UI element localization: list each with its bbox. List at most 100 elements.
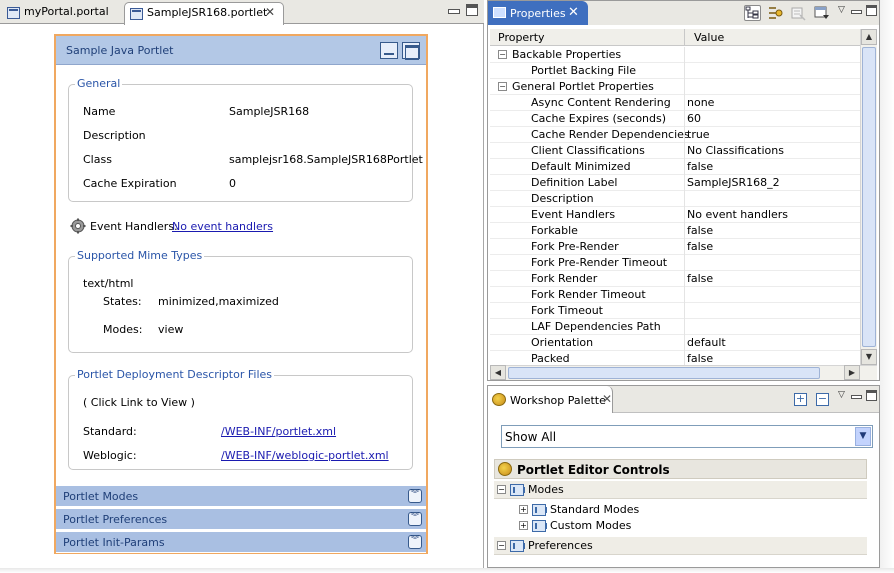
property-value[interactable]: 60 [687, 112, 701, 125]
chevron-down-icon[interactable]: ▽ [838, 5, 845, 15]
advanced-properties-icon[interactable] [767, 5, 784, 21]
tab-myportal-portal[interactable]: myPortal.portal [2, 2, 122, 24]
expand-icon[interactable]: ︾ [408, 489, 422, 503]
scroll-left-arrow-icon[interactable]: ◀ [490, 365, 506, 380]
portlet-minimize-button[interactable] [380, 42, 398, 59]
maximize-button[interactable] [466, 4, 478, 16]
drawer-title: Portlet Editor Controls [517, 463, 670, 477]
expand-icon[interactable]: + [519, 505, 528, 514]
close-icon[interactable]: ✕ [602, 392, 612, 406]
palette-category-preferences[interactable]: − Preferences [494, 537, 867, 555]
scroll-down-arrow-icon[interactable]: ▼ [861, 349, 877, 365]
chevron-down-icon[interactable]: ▼ [855, 427, 871, 446]
section-portlet-init-params[interactable]: Portlet Init-Params ︾ [56, 532, 426, 553]
property-row[interactable]: LAF Dependencies Path [490, 319, 861, 335]
vertical-scrollbar[interactable]: ▲ ▼ [860, 29, 877, 365]
column-divider [684, 95, 685, 111]
restore-default-icon[interactable] [790, 5, 807, 21]
minimize-button[interactable] [851, 395, 862, 399]
palette-drawer-portlet-editor-controls[interactable]: Portlet Editor Controls [494, 459, 867, 479]
section-portlet-modes[interactable]: Portlet Modes ︾ [56, 486, 426, 507]
minimize-button[interactable] [851, 10, 862, 14]
view-menu-icon[interactable] [814, 5, 831, 21]
chevron-down-icon[interactable]: ▽ [838, 390, 845, 400]
column-divider [684, 79, 685, 95]
property-row[interactable]: Description [490, 191, 861, 207]
property-row[interactable]: Definition Label SampleJSR168_2 [490, 175, 861, 191]
folder-icon [532, 504, 547, 516]
property-value[interactable]: true [687, 128, 710, 141]
property-row[interactable]: Async Content Rendering none [490, 95, 861, 111]
editor-tab-bar: myPortal.portal SampleJSR168.portlet ✕ [0, 0, 484, 25]
portlet-xml-link[interactable]: /WEB-INF/portlet.xml [221, 425, 336, 438]
weblogic-portlet-xml-link[interactable]: /WEB-INF/weblogic-portlet.xml [221, 449, 389, 462]
scroll-right-arrow-icon[interactable]: ▶ [844, 365, 860, 380]
property-category-row[interactable]: − General Portlet Properties [490, 79, 861, 95]
property-value[interactable]: false [687, 240, 713, 253]
property-row[interactable]: Orientation default [490, 335, 861, 351]
column-header-value[interactable]: Value [694, 31, 724, 44]
property-row[interactable]: Fork Render Timeout [490, 287, 861, 303]
property-value[interactable]: No Classifications [687, 144, 784, 157]
collapse-all-icon[interactable]: − [816, 393, 829, 406]
property-name: Forkable [531, 224, 578, 237]
palette-item-custom-modes[interactable]: + Custom Modes [494, 517, 867, 535]
tab-workshop-palette[interactable]: Workshop Palette ✕ [488, 386, 613, 413]
section-portlet-preferences[interactable]: Portlet Preferences ︾ [56, 509, 426, 530]
property-row[interactable]: Fork Pre-Render Timeout [490, 255, 861, 271]
window-shadow [880, 0, 894, 573]
properties-view: Properties ✕ ▽ Property Value − Backable … [487, 0, 880, 381]
portlet-maximize-button[interactable] [402, 42, 420, 60]
expand-icon[interactable]: ︾ [408, 535, 422, 549]
palette-item-label: Preferences [528, 539, 593, 552]
property-row[interactable]: Default Minimized false [490, 159, 861, 175]
collapse-icon[interactable]: − [497, 485, 506, 494]
property-row[interactable]: Fork Render false [490, 271, 861, 287]
property-value[interactable]: No event handlers [687, 208, 788, 221]
tab-properties[interactable]: Properties ✕ [488, 1, 588, 25]
property-value[interactable]: none [687, 96, 714, 109]
property-value[interactable]: false [687, 160, 713, 173]
close-icon[interactable]: ✕ [265, 5, 275, 19]
expand-icon[interactable]: + [519, 521, 528, 530]
column-divider [684, 111, 685, 127]
property-name: Portlet Backing File [531, 64, 637, 77]
horizontal-scroll-thumb[interactable] [508, 367, 820, 379]
column-divider [684, 271, 685, 287]
scroll-up-arrow-icon[interactable]: ▲ [861, 29, 877, 45]
expand-icon[interactable]: ︾ [408, 512, 422, 526]
property-value[interactable]: SampleJSR168_2 [687, 176, 780, 189]
minimize-button[interactable] [448, 9, 460, 14]
collapse-icon[interactable]: − [497, 541, 506, 550]
expand-all-icon[interactable]: + [794, 393, 807, 406]
property-value[interactable]: false [687, 352, 713, 365]
maximize-button[interactable] [866, 390, 877, 401]
property-row[interactable]: Portlet Backing File [490, 63, 861, 79]
property-value[interactable]: default [687, 336, 726, 349]
mime-type: text/html [83, 277, 134, 290]
maximize-button[interactable] [866, 5, 877, 16]
palette-filter-select[interactable]: Show All ▼ [501, 425, 873, 448]
collapse-icon[interactable]: − [498, 82, 507, 91]
column-header-property[interactable]: Property [498, 31, 545, 44]
property-row[interactable]: Client Classifications No Classifications [490, 143, 861, 159]
categories-icon[interactable] [744, 5, 761, 21]
event-handlers-link[interactable]: No event handlers [172, 220, 273, 233]
palette-category-modes[interactable]: − Modes [494, 481, 867, 499]
property-name: Fork Pre-Render Timeout [531, 256, 668, 269]
property-value[interactable]: false [687, 224, 713, 237]
vertical-scroll-thumb[interactable] [862, 47, 876, 347]
property-row[interactable]: Event Handlers No event handlers [490, 207, 861, 223]
tab-samplejsr168-portlet[interactable]: SampleJSR168.portlet ✕ [124, 2, 284, 25]
property-row[interactable]: Fork Timeout [490, 303, 861, 319]
property-category-row[interactable]: − Backable Properties [490, 47, 861, 63]
property-row[interactable]: Cache Expires (seconds) 60 [490, 111, 861, 127]
property-row[interactable]: Fork Pre-Render false [490, 239, 861, 255]
horizontal-scrollbar[interactable]: ◀ ▶ [490, 365, 877, 380]
property-row[interactable]: Cache Render Dependencies true [490, 127, 861, 143]
property-row[interactable]: Forkable false [490, 223, 861, 239]
collapse-icon[interactable]: − [498, 50, 507, 59]
column-divider[interactable] [684, 29, 685, 46]
property-value[interactable]: false [687, 272, 713, 285]
close-icon[interactable]: ✕ [568, 5, 579, 20]
